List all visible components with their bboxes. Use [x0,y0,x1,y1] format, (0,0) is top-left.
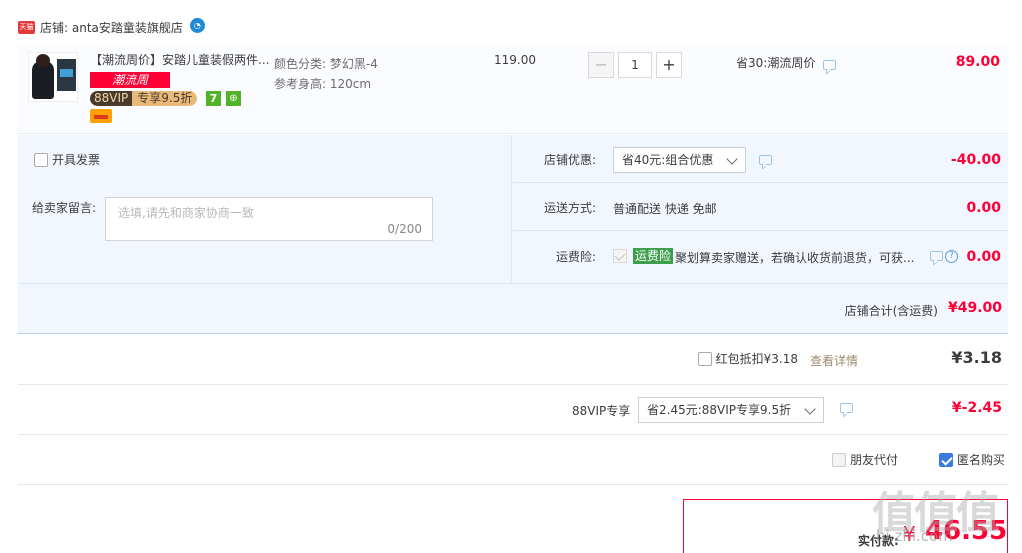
shop-discount-label: 店铺优惠: [543,153,596,167]
wangwang-chat-icon[interactable]: ◔ [189,17,205,33]
vip-chat-icon[interactable] [840,403,853,413]
help-icon[interactable]: ? [945,250,958,263]
shop-header: 天猫 店铺: anta安踏童装旗舰店 ◔ [18,16,205,38]
product-thumbnail[interactable] [28,52,78,102]
item-discount-text: 省30:潮流周价 [736,56,816,70]
vip-label: 88VIP专享 [572,404,631,418]
shield-guarantee-icon: ⊕ [226,91,241,106]
pay-options-row: 朋友代付 匿名购买 [18,435,1008,485]
invoice-checkbox[interactable] [34,152,48,167]
shipping-method: 普通配送 快递 免邮 [613,202,717,216]
shipping-amount: 0.00 [966,200,1001,216]
message-placeholder: 选填,请先和商家协商一致 [118,206,254,220]
insurance-row: 运费险: 运费险 聚划算卖家赠送，若确认收货前退货，可获... ? 0.00 [513,232,1008,280]
item-row: 【潮流周价】安踏儿童装假两件... 潮流周 88VIP 专享9.5折 7 ⊕ 颜… [18,46,1008,134]
shop-total-label: 店铺合计(含运费) [844,304,938,318]
shop-discount-value: 省40元:组合优惠 [622,153,714,167]
redpack-row: 红包抵扣¥3.18 查看详情 ¥3.18 [18,335,1008,385]
anonymous-group[interactable]: 匿名购买 [939,451,1005,468]
quantity-stepper: − 1 + [588,52,682,78]
options-left-panel: 开具发票 给卖家留言: 选填,请先和商家协商一致 0/200 [18,135,512,282]
invoice-label: 开具发票 [52,153,101,167]
friend-pay-label: 朋友代付 [850,453,899,467]
vip-select-value: 省2.45元:88VIP专享9.5折 [647,403,792,417]
shipping-row: 运送方式: 普通配送 快递 免邮 0.00 [513,183,1008,231]
redpack-detail-link[interactable]: 查看详情 [810,352,858,369]
discount-info-chat-icon[interactable] [823,60,836,70]
sku-info: 颜色分类: 梦幻黑-4 参考身高: 120cm [274,54,378,94]
shop-name-link[interactable]: 店铺: anta安踏童装旗舰店 [40,19,183,36]
redpack-checkbox[interactable] [697,351,712,366]
product-kid-head [36,54,50,67]
shop-discount-amount: -40.00 [950,152,1001,168]
product-title-link[interactable]: 【潮流周价】安踏儿童装假两件... [90,51,270,68]
sku-height: 参考身高: 120cm [274,77,372,91]
message-char-count: 0/200 [387,222,422,236]
shop-discount-row: 店铺优惠: 省40元:组合优惠 -40.00 [513,135,1008,183]
insurance-badge: 运费险 [633,248,674,264]
shop-total-value: ¥49.00 [947,300,1002,316]
order-options: 开具发票 给卖家留言: 选填,请先和商家协商一致 0/200 店铺优惠: 省40… [18,135,1008,334]
sku-color: 颜色分类: 梦幻黑-4 [274,57,378,71]
vip-badge-right: 专享9.5折 [132,91,198,106]
discount-chat-icon[interactable] [759,155,772,165]
seven-day-return-icon: 7 [206,91,221,106]
shop-total-row: 店铺合计(含运费) ¥49.00 [18,283,1008,334]
chevron-down-icon [726,153,738,165]
anonymous-label: 匿名购买 [957,453,1006,467]
vip-badge-left: 88VIP [90,91,133,106]
redpack-checkbox-group[interactable]: 红包抵扣¥3.18 [697,350,798,367]
vip-amount: ¥-2.45 [951,400,1002,416]
friend-pay-checkbox[interactable] [832,452,846,467]
vip-row: 88VIP专享 省2.45元:88VIP专享9.5折 ¥-2.45 [18,385,1008,435]
item-total-price: 89.00 [955,54,1000,70]
vip-discount-badge: 88VIP 专享9.5折 [90,91,198,106]
card-payment-icon [90,109,112,123]
seller-message-input[interactable]: 选填,请先和商家协商一致 0/200 [105,197,433,241]
quantity-plus-button[interactable]: + [656,52,682,78]
product-box-image [57,59,76,91]
shop-discount-select[interactable]: 省40元:组合优惠 [613,147,747,173]
shipping-label: 运送方式: [543,201,596,215]
redpack-label: 红包抵扣¥3.18 [715,352,798,366]
tmall-badge: 天猫 [18,20,35,34]
insurance-label: 运费险: [555,250,596,264]
quantity-input[interactable]: 1 [618,52,652,78]
vip-discount-select[interactable]: 省2.45元:88VIP专享9.5折 [638,397,825,423]
invoice-checkbox-group[interactable]: 开具发票 [34,151,100,168]
insurance-checkbox [613,249,627,263]
watermark-url: hi.zhi.com [876,527,953,545]
friend-pay-group[interactable]: 朋友代付 [832,451,898,468]
anonymous-checkbox[interactable] [939,452,953,467]
options-right-panel: 店铺优惠: 省40元:组合优惠 -40.00 运送方式: 普通配送 快递 免邮 … [513,135,1008,282]
message-label: 给卖家留言: [32,201,97,215]
insurance-description: 聚划算卖家赠送，若确认收货前退货，可获... [675,251,915,265]
quantity-minus-button[interactable]: − [588,52,614,78]
promo-badge: 潮流周 [90,72,170,88]
unit-price: 119.00 [494,53,536,67]
insurance-amount: 0.00 [966,249,1001,265]
redpack-amount: ¥3.18 [951,348,1002,367]
insurance-chat-icon[interactable] [930,251,943,261]
chevron-down-icon [804,403,816,415]
